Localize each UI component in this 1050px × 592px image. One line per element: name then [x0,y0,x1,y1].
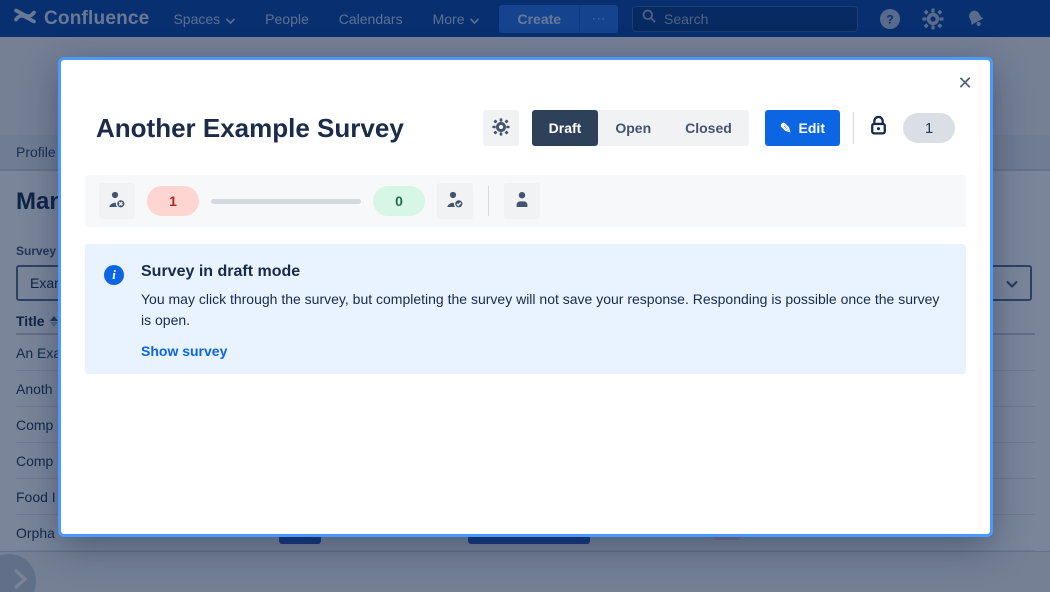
state-segmented-control: Draft Open Closed [532,110,749,146]
info-title: Survey in draft mode [141,263,946,281]
info-panel: i Survey in draft mode You may click thr… [85,244,966,374]
edit-button[interactable]: ✎ Edit [765,110,840,146]
dialog-title: Another Example Survey [96,113,470,144]
person-x-icon [107,190,127,213]
close-icon[interactable]: ✕ [951,69,979,97]
participants-button[interactable] [504,183,540,219]
state-draft-button[interactable]: Draft [532,110,599,146]
person-icon [512,190,532,213]
pencil-icon: ✎ [780,120,792,137]
person-check-icon [445,190,465,213]
declined-count-badge: 1 [147,186,199,216]
participants-count-badge[interactable]: 1 [903,113,955,143]
state-open-button[interactable]: Open [598,110,668,146]
survey-settings-button[interactable] [483,110,519,146]
info-body: You may click through the survey, but co… [141,289,946,331]
state-closed-button[interactable]: Closed [668,110,749,146]
gear-icon [492,118,510,139]
completed-count-badge: 0 [373,186,425,216]
screen: Confluence Spaces People Calendars More … [0,0,1050,592]
info-icon: i [104,265,124,285]
stats-strip: 1 0 [85,175,966,227]
declined-users-button[interactable] [99,183,135,219]
header-divider [853,112,854,144]
dialog-header: Another Example Survey [96,108,955,148]
strip-divider [488,186,489,216]
survey-dialog: ✕ Another Example Survey [58,57,993,537]
completion-progress-bar [211,199,361,204]
completed-users-button[interactable] [437,183,473,219]
lock-icon [867,114,890,142]
show-survey-link[interactable]: Show survey [141,343,227,359]
